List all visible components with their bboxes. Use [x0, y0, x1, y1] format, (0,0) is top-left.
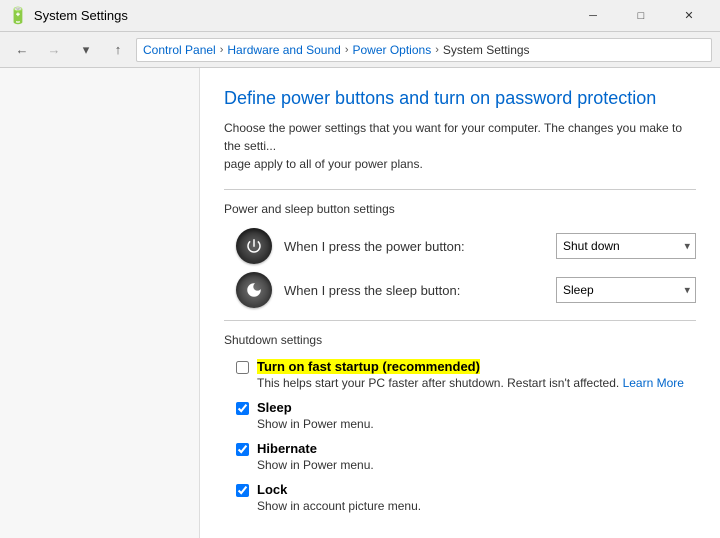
app-icon: 🔋 [8, 6, 28, 26]
minimize-button[interactable]: ─ [570, 1, 616, 31]
learn-more-link[interactable]: Learn More [623, 376, 684, 390]
lock-label[interactable]: Lock [257, 482, 287, 497]
section-divider-2 [224, 320, 696, 321]
up-button[interactable]: ↑ [104, 36, 132, 64]
hibernate-checkbox[interactable] [236, 443, 249, 456]
dropdown-button[interactable]: ▾ [72, 36, 100, 64]
power-icon [236, 228, 272, 264]
sleep-desc: Show in Power menu. [257, 417, 374, 431]
sleep-content: Sleep Show in Power menu. [257, 400, 374, 431]
content-area: Define power buttons and turn on passwor… [200, 68, 720, 538]
breadcrumb-power-options[interactable]: Power Options [352, 43, 431, 57]
breadcrumb-hardware-sound[interactable]: Hardware and Sound [227, 43, 340, 57]
sleep-label[interactable]: Sleep [257, 400, 292, 415]
lock-label-text: Lock [257, 482, 287, 497]
page-description: Choose the power settings that you want … [224, 119, 696, 173]
power-button-dropdown[interactable]: Shut down Sleep Hibernate Turn off the d… [556, 233, 696, 259]
fast-startup-content: Turn on fast startup (recommended) This … [257, 359, 684, 390]
forward-button[interactable]: → [40, 36, 68, 64]
maximize-button[interactable]: □ [618, 1, 664, 31]
breadcrumb-control-panel[interactable]: Control Panel [143, 43, 216, 57]
sleep-label-text: Sleep [257, 400, 292, 415]
lock-row: Lock Show in account picture menu. [224, 482, 696, 513]
sleep-button-dropdown-wrapper: Sleep Hibernate Shut down Turn off the d… [556, 277, 696, 303]
hibernate-content: Hibernate Show in Power menu. [257, 441, 374, 472]
sleep-button-label: When I press the sleep button: [284, 283, 556, 298]
power-button-row: When I press the power button: Shut down… [224, 228, 696, 264]
breadcrumb-system-settings: System Settings [443, 43, 530, 57]
sleep-button-dropdown[interactable]: Sleep Hibernate Shut down Turn off the d… [556, 277, 696, 303]
nav-bar: ← → ▾ ↑ Control Panel › Hardware and Sou… [0, 32, 720, 68]
lock-desc: Show in account picture menu. [257, 499, 421, 513]
sleep-row: Sleep Show in Power menu. [224, 400, 696, 431]
back-button[interactable]: ← [8, 36, 36, 64]
title-bar-controls: ─ □ ✕ [570, 1, 712, 31]
fast-startup-checkbox[interactable] [236, 361, 249, 374]
page-title: Define power buttons and turn on passwor… [224, 88, 696, 109]
title-bar: 🔋 System Settings ─ □ ✕ [0, 0, 720, 32]
sleep-icon [236, 272, 272, 308]
hibernate-label-text: Hibernate [257, 441, 317, 456]
shutdown-section-header: Shutdown settings [224, 333, 696, 347]
main-layout: Define power buttons and turn on passwor… [0, 68, 720, 538]
fast-startup-row: Turn on fast startup (recommended) This … [224, 359, 696, 390]
hibernate-row: Hibernate Show in Power menu. [224, 441, 696, 472]
fast-startup-desc: This helps start your PC faster after sh… [257, 376, 684, 390]
power-sleep-section-header: Power and sleep button settings [224, 202, 696, 216]
fast-startup-label[interactable]: Turn on fast startup (recommended) [257, 359, 480, 374]
sleep-checkbox[interactable] [236, 402, 249, 415]
power-button-label: When I press the power button: [284, 239, 556, 254]
fast-startup-label-text: Turn on fast startup (recommended) [257, 359, 480, 374]
breadcrumb: Control Panel › Hardware and Sound › Pow… [136, 38, 712, 62]
hibernate-desc: Show in Power menu. [257, 458, 374, 472]
power-button-dropdown-wrapper: Shut down Sleep Hibernate Turn off the d… [556, 233, 696, 259]
title-bar-text: System Settings [34, 8, 128, 23]
lock-content: Lock Show in account picture menu. [257, 482, 421, 513]
section-divider-1 [224, 189, 696, 190]
lock-checkbox[interactable] [236, 484, 249, 497]
sleep-button-row: When I press the sleep button: Sleep Hib… [224, 272, 696, 308]
close-button[interactable]: ✕ [666, 1, 712, 31]
hibernate-label[interactable]: Hibernate [257, 441, 317, 456]
sidebar [0, 68, 200, 538]
